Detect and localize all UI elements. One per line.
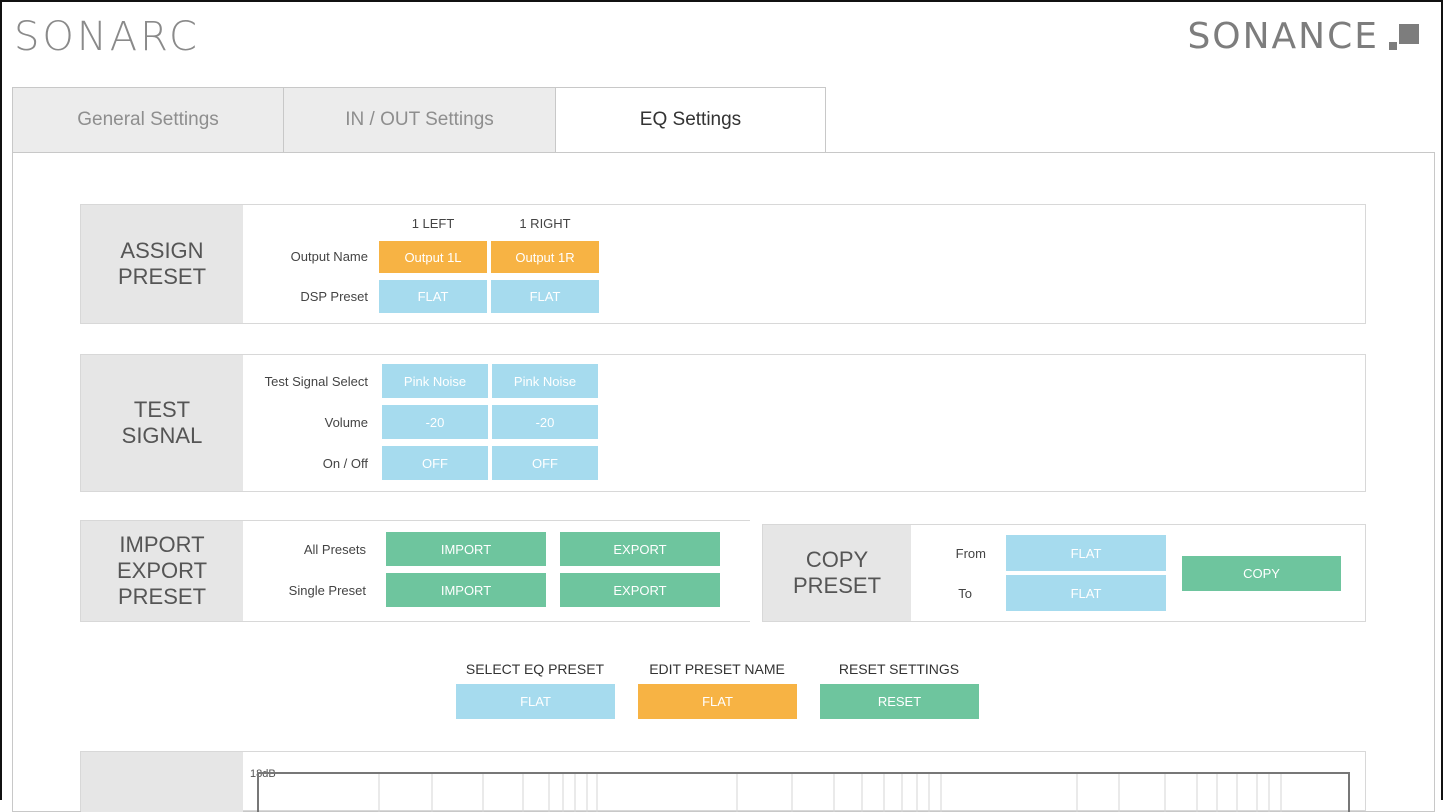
- eq-graph-grid: [378, 774, 1282, 812]
- copy-to-label: To: [958, 586, 972, 601]
- copy-from-select[interactable]: FLAT: [1006, 535, 1166, 571]
- import-export-title: IMPORT EXPORT PRESET: [81, 521, 243, 621]
- tab-in-out-settings[interactable]: IN / OUT Settings: [284, 87, 556, 153]
- output-name-left-button[interactable]: Output 1L: [379, 241, 487, 273]
- test-signal-title: TEST SIGNAL: [81, 355, 243, 491]
- sonance-logo-text: SONANCE: [1187, 16, 1379, 57]
- sonance-logo: SONANCE: [1187, 16, 1419, 57]
- export-single-button[interactable]: EXPORT: [560, 573, 720, 607]
- export-all-button[interactable]: EXPORT: [560, 532, 720, 566]
- column-header-left: 1 LEFT: [411, 216, 455, 231]
- single-preset-label: Single Preset: [288, 583, 366, 598]
- on-off-label: On / Off: [322, 456, 368, 471]
- test-signal-right-select[interactable]: Pink Noise: [492, 364, 598, 398]
- output-name-label: Output Name: [290, 249, 368, 264]
- test-signal-left-select[interactable]: Pink Noise: [382, 364, 488, 398]
- tab-eq-settings[interactable]: EQ Settings: [556, 87, 826, 153]
- copy-from-label: From: [955, 546, 986, 561]
- tab-bar: General Settings IN / OUT Settings EQ Se…: [12, 87, 826, 153]
- test-signal-select-label: Test Signal Select: [264, 374, 368, 389]
- volume-label: Volume: [324, 415, 368, 430]
- select-eq-preset-button[interactable]: FLAT: [456, 684, 615, 719]
- dsp-preset-label: DSP Preset: [300, 289, 368, 304]
- sonarc-logo: SONARC: [14, 14, 200, 60]
- eq-graph-plot[interactable]: [257, 772, 1350, 812]
- copy-to-select[interactable]: FLAT: [1006, 575, 1166, 611]
- dsp-preset-left-button[interactable]: FLAT: [379, 280, 487, 313]
- copy-preset-title: COPY PRESET: [763, 525, 911, 621]
- on-off-left-toggle[interactable]: OFF: [382, 446, 488, 480]
- eq-graph-label-area: [81, 752, 243, 812]
- assign-preset-title: ASSIGN PRESET: [81, 205, 243, 323]
- on-off-right-toggle[interactable]: OFF: [492, 446, 598, 480]
- tab-general-settings[interactable]: General Settings: [12, 87, 284, 153]
- import-all-button[interactable]: IMPORT: [386, 532, 546, 566]
- assign-preset-panel: ASSIGN PRESET: [80, 204, 1366, 324]
- edit-preset-name-button[interactable]: FLAT: [638, 684, 797, 719]
- dsp-preset-right-button[interactable]: FLAT: [491, 280, 599, 313]
- output-name-right-button[interactable]: Output 1R: [491, 241, 599, 273]
- copy-button[interactable]: COPY: [1182, 556, 1341, 591]
- import-single-button[interactable]: IMPORT: [386, 573, 546, 607]
- reset-settings-button[interactable]: RESET: [820, 684, 979, 719]
- select-eq-preset-caption: SELECT EQ PRESET: [465, 661, 605, 677]
- reset-settings-caption: RESET SETTINGS: [838, 661, 960, 677]
- all-presets-label: All Presets: [303, 542, 366, 557]
- edit-preset-name-caption: EDIT PRESET NAME: [649, 661, 785, 677]
- volume-right-button[interactable]: -20: [492, 405, 598, 439]
- column-header-right: 1 RIGHT: [519, 216, 571, 231]
- volume-left-button[interactable]: -20: [382, 405, 488, 439]
- sonance-mark-icon: [1389, 23, 1419, 50]
